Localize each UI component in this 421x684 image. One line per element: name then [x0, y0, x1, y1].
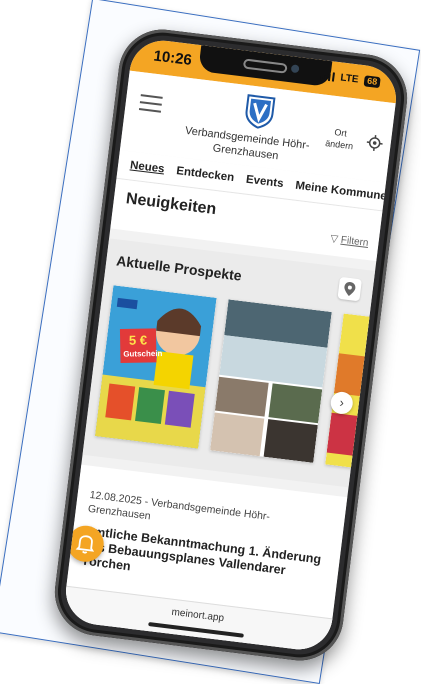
flyer-image — [95, 285, 217, 449]
flyer-badge: 5 € — [129, 332, 147, 347]
change-location-link[interactable]: Ort ändern — [322, 125, 359, 153]
filter-button[interactable]: ▽ Filtern — [330, 233, 369, 249]
phone-screen: 10:26 LTE 68 Verbandsgemeind — [62, 37, 400, 653]
camera-icon — [291, 64, 300, 73]
flyer-carousel: 5 € Gutschein — [84, 272, 371, 475]
flyer-card[interactable]: 5 € Gutschein — [95, 285, 217, 449]
battery-icon: 68 — [364, 75, 381, 88]
hamburger-icon[interactable] — [138, 94, 162, 118]
crosshair-icon[interactable] — [366, 134, 384, 152]
network-indicator: LTE 68 — [320, 70, 381, 88]
flyer-image — [210, 299, 332, 463]
signal-icon — [320, 71, 335, 82]
speaker-grille — [243, 58, 288, 73]
map-pin-button[interactable] — [337, 277, 362, 302]
tab-neues[interactable]: Neues — [129, 159, 165, 175]
filter-icon: ▽ — [330, 233, 339, 245]
flyer-card[interactable] — [325, 313, 373, 468]
map-pin-icon — [337, 277, 362, 302]
flyer-badge-text: Gutschein — [123, 349, 162, 359]
home-indicator[interactable] — [148, 622, 244, 638]
flyer-card[interactable] — [210, 299, 332, 463]
prospekte-section: Aktuelle Prospekte — [83, 238, 376, 487]
network-type: LTE — [340, 72, 359, 85]
bell-icon — [66, 524, 106, 564]
filter-label: Filtern — [340, 235, 369, 249]
notification-button[interactable] — [66, 524, 106, 564]
status-time: 10:26 — [153, 47, 193, 69]
url-text: meinort.app — [171, 607, 225, 624]
flyer-image — [325, 313, 373, 468]
tab-meine-kommune[interactable]: Meine Kommune — [295, 180, 388, 203]
tab-events[interactable]: Events — [245, 174, 284, 191]
coat-of-arms-icon — [242, 93, 278, 131]
tab-entdecken[interactable]: Entdecken — [176, 165, 235, 184]
page-title: Neuigkeiten — [125, 190, 217, 219]
